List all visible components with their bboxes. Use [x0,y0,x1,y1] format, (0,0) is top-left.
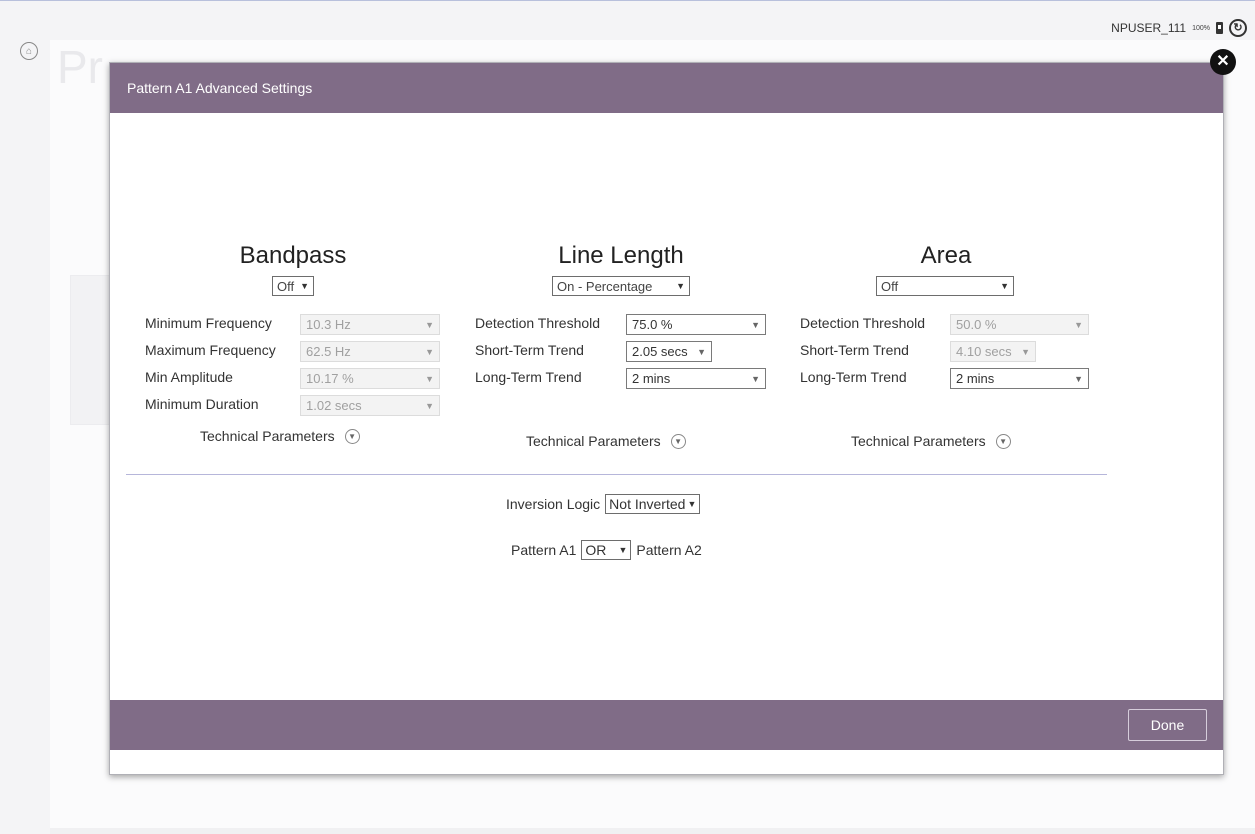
chevron-down-icon: ▼ [1021,346,1030,357]
top-status-bar: NPUSER_111 100% ↻ [0,0,1255,40]
bandpass-min-amplitude-value: 10.17 % [306,371,354,386]
bandpass-mode-value: Off [277,278,295,294]
modal-header: Pattern A1 Advanced Settings [110,63,1223,113]
area-short-term-trend-value: 4.10 secs [956,344,1012,359]
chevron-down-icon: ▼ [697,346,706,357]
advanced-settings-modal: Pattern A1 Advanced Settings Bandpass Of… [109,62,1224,775]
technical-parameters-label: Technical Parameters [200,428,335,444]
chevron-down-icon: ▼ [425,373,434,384]
inversion-logic-value: Not Inverted [609,496,686,512]
area-long-term-trend-select[interactable]: 2 mins ▼ [950,368,1089,389]
chevron-down-icon: ▼ [300,281,309,291]
modal-footer: Done [110,700,1223,750]
line-length-detection-threshold-value: 75.0 % [632,317,673,332]
chevron-down-icon: ▼ [676,281,685,291]
area-detection-threshold-select[interactable]: 50.0 % ▼ [950,314,1089,335]
bandpass-min-duration-value: 1.02 secs [306,398,362,413]
chevron-down-icon: ▼ [1074,319,1083,330]
line-length-mode-select[interactable]: On - Percentage ▼ [552,276,690,296]
section-divider [126,474,1107,475]
inversion-logic-select[interactable]: Not Inverted ▼ [605,494,701,514]
area-short-term-trend-select[interactable]: 4.10 secs ▼ [950,341,1036,362]
chevron-down-icon: ▼ [618,545,628,555]
line-length-long-term-trend-select[interactable]: 2 mins ▼ [626,368,766,389]
expand-chevron-icon[interactable]: ▼ [670,433,686,449]
bandpass-min-amplitude-select[interactable]: 10.17 % ▼ [300,368,440,389]
chevron-down-icon: ▼ [687,499,697,509]
battery-percentage: 100% [1192,24,1210,32]
chevron-down-icon: ▼ [425,400,434,411]
chevron-down-icon: ▼ [751,319,760,330]
chevron-down-icon: ▼ [751,373,760,384]
battery-icon [1216,22,1223,34]
pattern-a2-label: Pattern A2 [636,542,702,558]
modal-title: Pattern A1 Advanced Settings [127,80,313,96]
bandpass-max-frequency-label: Maximum Frequency [145,342,276,358]
area-long-term-trend-value: 2 mins [956,371,995,386]
left-navigation-rail [0,40,50,834]
sync-icon[interactable]: ↻ [1229,19,1247,37]
area-mode-value: Off [881,278,899,294]
bandpass-min-frequency-label: Minimum Frequency [145,315,272,331]
line-length-detection-threshold-select[interactable]: 75.0 % ▼ [626,314,766,335]
chevron-down-icon: ▼ [425,319,434,330]
bandpass-min-duration-select[interactable]: 1.02 secs ▼ [300,395,440,416]
area-title: Area [920,242,972,269]
line-length-long-term-trend-label: Long-Term Trend [475,369,582,385]
line-length-short-term-trend-select[interactable]: 2.05 secs ▼ [626,341,712,362]
area-detection-threshold-value: 50.0 % [956,317,997,332]
pattern-combination-row: Pattern A1 OR ▼ Pattern A2 [511,540,702,560]
technical-parameters-label: Technical Parameters [851,433,986,449]
done-button[interactable]: Done [1128,709,1207,741]
background-page-title: Pr [57,41,103,93]
pattern-a1-label: Pattern A1 [511,542,577,558]
bandpass-mode-select[interactable]: Off ▼ [272,276,314,296]
area-detection-threshold-label: Detection Threshold [800,315,926,331]
area-long-term-trend-label: Long-Term Trend [800,369,907,385]
line-length-detection-threshold-label: Detection Threshold [475,315,601,331]
username-label[interactable]: NPUSER_111 [1111,21,1186,35]
inversion-logic-label: Inversion Logic [506,496,601,512]
chevron-down-icon: ▼ [1000,281,1009,291]
technical-parameters-label: Technical Parameters [526,433,661,449]
line-length-short-term-trend-value: 2.05 secs [632,344,688,359]
line-length-short-term-trend-label: Short-Term Trend [475,342,584,358]
user-status-area: NPUSER_111 100% ↻ [1111,19,1247,37]
bandpass-title: Bandpass [239,242,347,269]
chevron-down-icon: ▼ [425,346,434,357]
area-short-term-trend-label: Short-Term Trend [800,342,909,358]
line-length-technical-parameters-toggle[interactable]: Technical Parameters ▼ [526,433,686,449]
area-technical-parameters-toggle[interactable]: Technical Parameters ▼ [851,433,1011,449]
bandpass-min-amplitude-label: Min Amplitude [145,369,233,385]
bottom-strip [50,828,1255,834]
bandpass-min-frequency-value: 10.3 Hz [306,317,351,332]
line-length-title: Line Length [558,242,684,269]
chevron-down-icon: ▼ [1074,373,1083,384]
line-length-long-term-trend-value: 2 mins [632,371,671,386]
bandpass-technical-parameters-toggle[interactable]: Technical Parameters ▼ [200,428,360,444]
bandpass-min-frequency-select[interactable]: 10.3 Hz ▼ [300,314,440,335]
inversion-logic-row: Inversion Logic Not Inverted ▼ [506,494,701,514]
line-length-mode-value: On - Percentage [557,278,653,294]
expand-chevron-icon[interactable]: ▼ [995,433,1011,449]
area-mode-select[interactable]: Off ▼ [876,276,1014,296]
expand-chevron-icon[interactable]: ▼ [344,428,360,444]
bandpass-min-duration-label: Minimum Duration [145,396,259,412]
home-icon[interactable]: ⌂ [20,42,38,60]
bandpass-max-frequency-select[interactable]: 62.5 Hz ▼ [300,341,440,362]
pattern-operator-select[interactable]: OR ▼ [581,540,632,560]
bandpass-max-frequency-value: 62.5 Hz [306,344,351,359]
close-icon[interactable]: ✕ [1210,49,1236,75]
pattern-operator-value: OR [585,542,607,558]
